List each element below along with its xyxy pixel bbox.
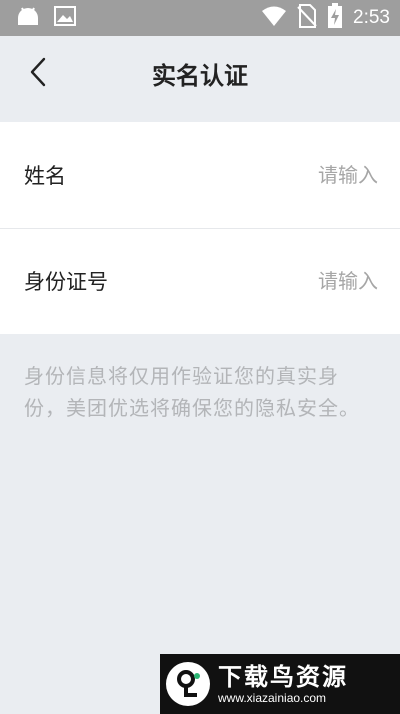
- watermark-logo-icon: [166, 662, 210, 706]
- wifi-icon: [261, 5, 287, 31]
- id-number-input[interactable]: [176, 268, 380, 294]
- no-sim-icon: [297, 4, 317, 32]
- clock: 2:53: [353, 7, 390, 28]
- id-number-label: 身份证号: [24, 270, 108, 294]
- page-title: 实名认证: [152, 62, 248, 90]
- image-icon: [54, 6, 76, 30]
- watermark-title: 下载鸟资源: [218, 663, 348, 691]
- battery-charging-icon: [327, 3, 343, 33]
- privacy-notice: 身份信息将仅用作验证您的真实身份，美团优选将确保您的隐私安全。: [24, 364, 360, 420]
- android-icon: [16, 5, 40, 31]
- id-number-row: 身份证号: [0, 228, 400, 334]
- name-label: 姓名: [24, 164, 66, 188]
- status-bar: 2:53: [0, 0, 400, 36]
- watermark-url: www.xiazainiao.com: [218, 691, 327, 705]
- watermark: 下载鸟资源 www.xiazainiao.com: [160, 654, 400, 714]
- verification-form: 姓名 身份证号: [0, 122, 400, 334]
- name-input[interactable]: [176, 162, 380, 188]
- header: 实名认证: [0, 36, 400, 122]
- name-row: 姓名: [0, 122, 400, 228]
